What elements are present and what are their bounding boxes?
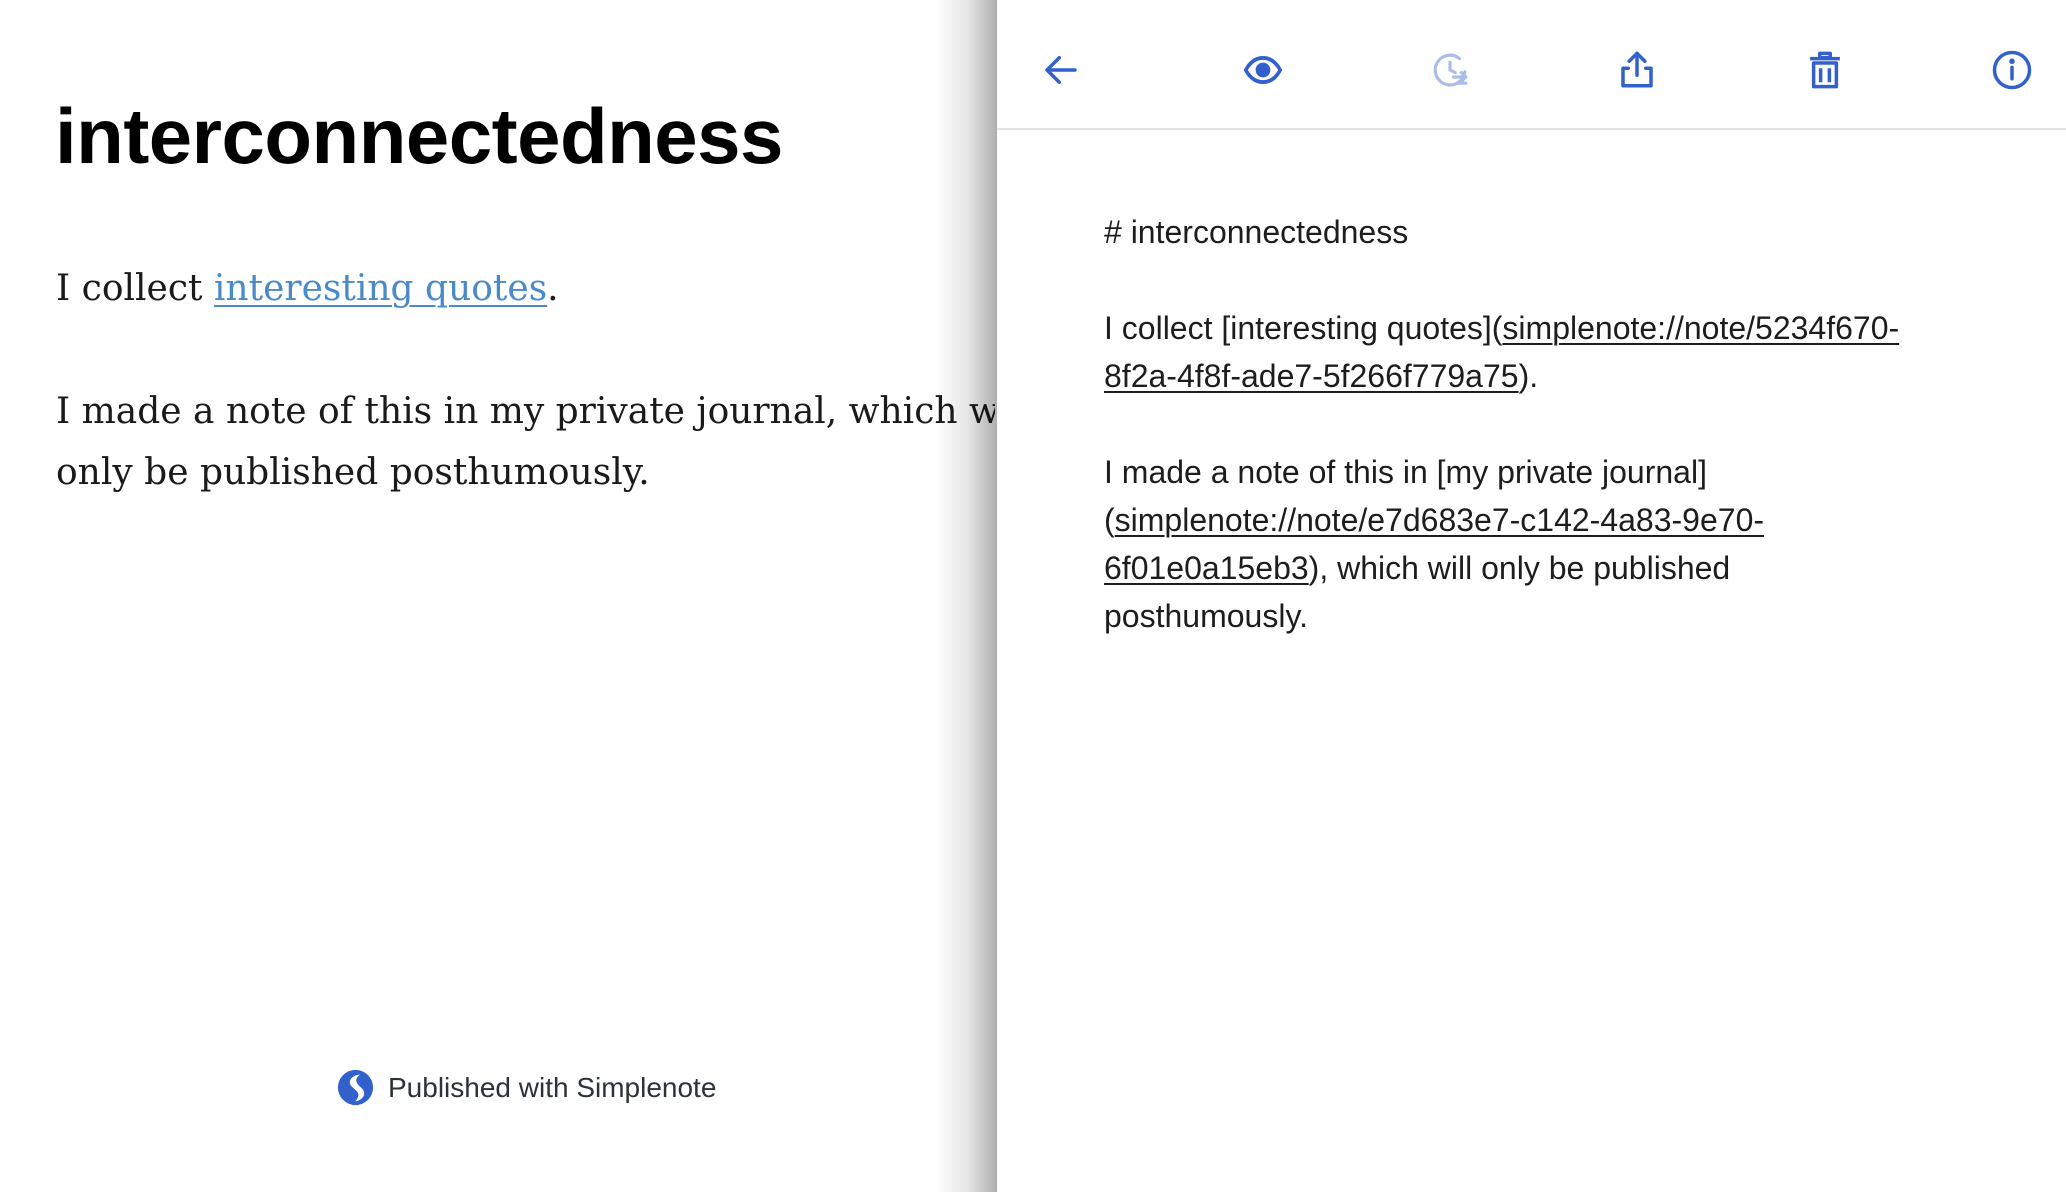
trash-button[interactable]: [1802, 47, 1848, 93]
published-footer[interactable]: Published with Simplenote: [337, 1069, 716, 1106]
paragraph-line: I made a note of this in my private jour…: [56, 391, 995, 432]
note-toolbar: [997, 0, 2066, 130]
share-button[interactable]: [1614, 47, 1660, 93]
preview-button[interactable]: [1240, 47, 1286, 93]
markdown-heading: # interconnectedness: [1104, 214, 1409, 250]
note-link-url[interactable]: simplenote://note/e7d683e7-c142-4a83-9e7…: [1115, 502, 1764, 538]
published-page: interconnectedness I collect interesting…: [0, 0, 995, 1192]
pane-shadow: [935, 0, 995, 1192]
published-with-text: Published with Simplenote: [388, 1071, 717, 1103]
info-button[interactable]: [1989, 47, 2035, 93]
markdown-text: ).: [1518, 358, 1539, 394]
interesting-quotes-link[interactable]: interesting quotes: [214, 268, 547, 309]
history-icon: [1433, 53, 1468, 87]
published-paragraph-1: I collect interesting quotes.: [56, 258, 995, 319]
paragraph-text: I collect: [56, 268, 214, 309]
markdown-text: I collect [interesting quotes](: [1104, 310, 1503, 346]
markdown-text: posthumously.: [1104, 598, 1308, 634]
info-icon: [1992, 50, 2032, 90]
note-link-url[interactable]: 8f2a-4f8f-ade7-5f266f779a75: [1104, 358, 1519, 394]
trash-icon: [1810, 51, 1840, 89]
eye-icon: [1243, 56, 1283, 84]
note-editor-pane: # interconnectedness I collect [interest…: [997, 0, 2066, 1192]
markdown-text: I made a note of this in [my private jou…: [1104, 454, 1707, 490]
markdown-text: ), which will only be published: [1308, 550, 1731, 586]
page-title: interconnectedness: [55, 92, 783, 180]
arrow-left-icon: [1045, 56, 1077, 84]
note-link-url[interactable]: simplenote://note/5234f670-: [1502, 310, 1899, 346]
note-link-url[interactable]: 6f01e0a15eb3: [1104, 550, 1309, 586]
back-button[interactable]: [1038, 47, 1084, 93]
markdown-text: (: [1104, 502, 1115, 538]
markdown-paragraph-2: I made a note of this in [my private jou…: [1104, 448, 1984, 640]
note-text-editor[interactable]: # interconnectedness I collect [interest…: [1104, 208, 1984, 640]
markdown-paragraph-1: I collect [interesting quotes](simplenot…: [1104, 304, 1984, 400]
history-button[interactable]: [1427, 47, 1473, 93]
share-icon: [1621, 51, 1653, 88]
simplenote-logo-icon: [337, 1069, 374, 1106]
published-paragraph-2: I made a note of this in my private jour…: [56, 381, 995, 503]
paragraph-line: only be published posthumously.: [56, 452, 650, 493]
paragraph-text: .: [547, 268, 559, 309]
